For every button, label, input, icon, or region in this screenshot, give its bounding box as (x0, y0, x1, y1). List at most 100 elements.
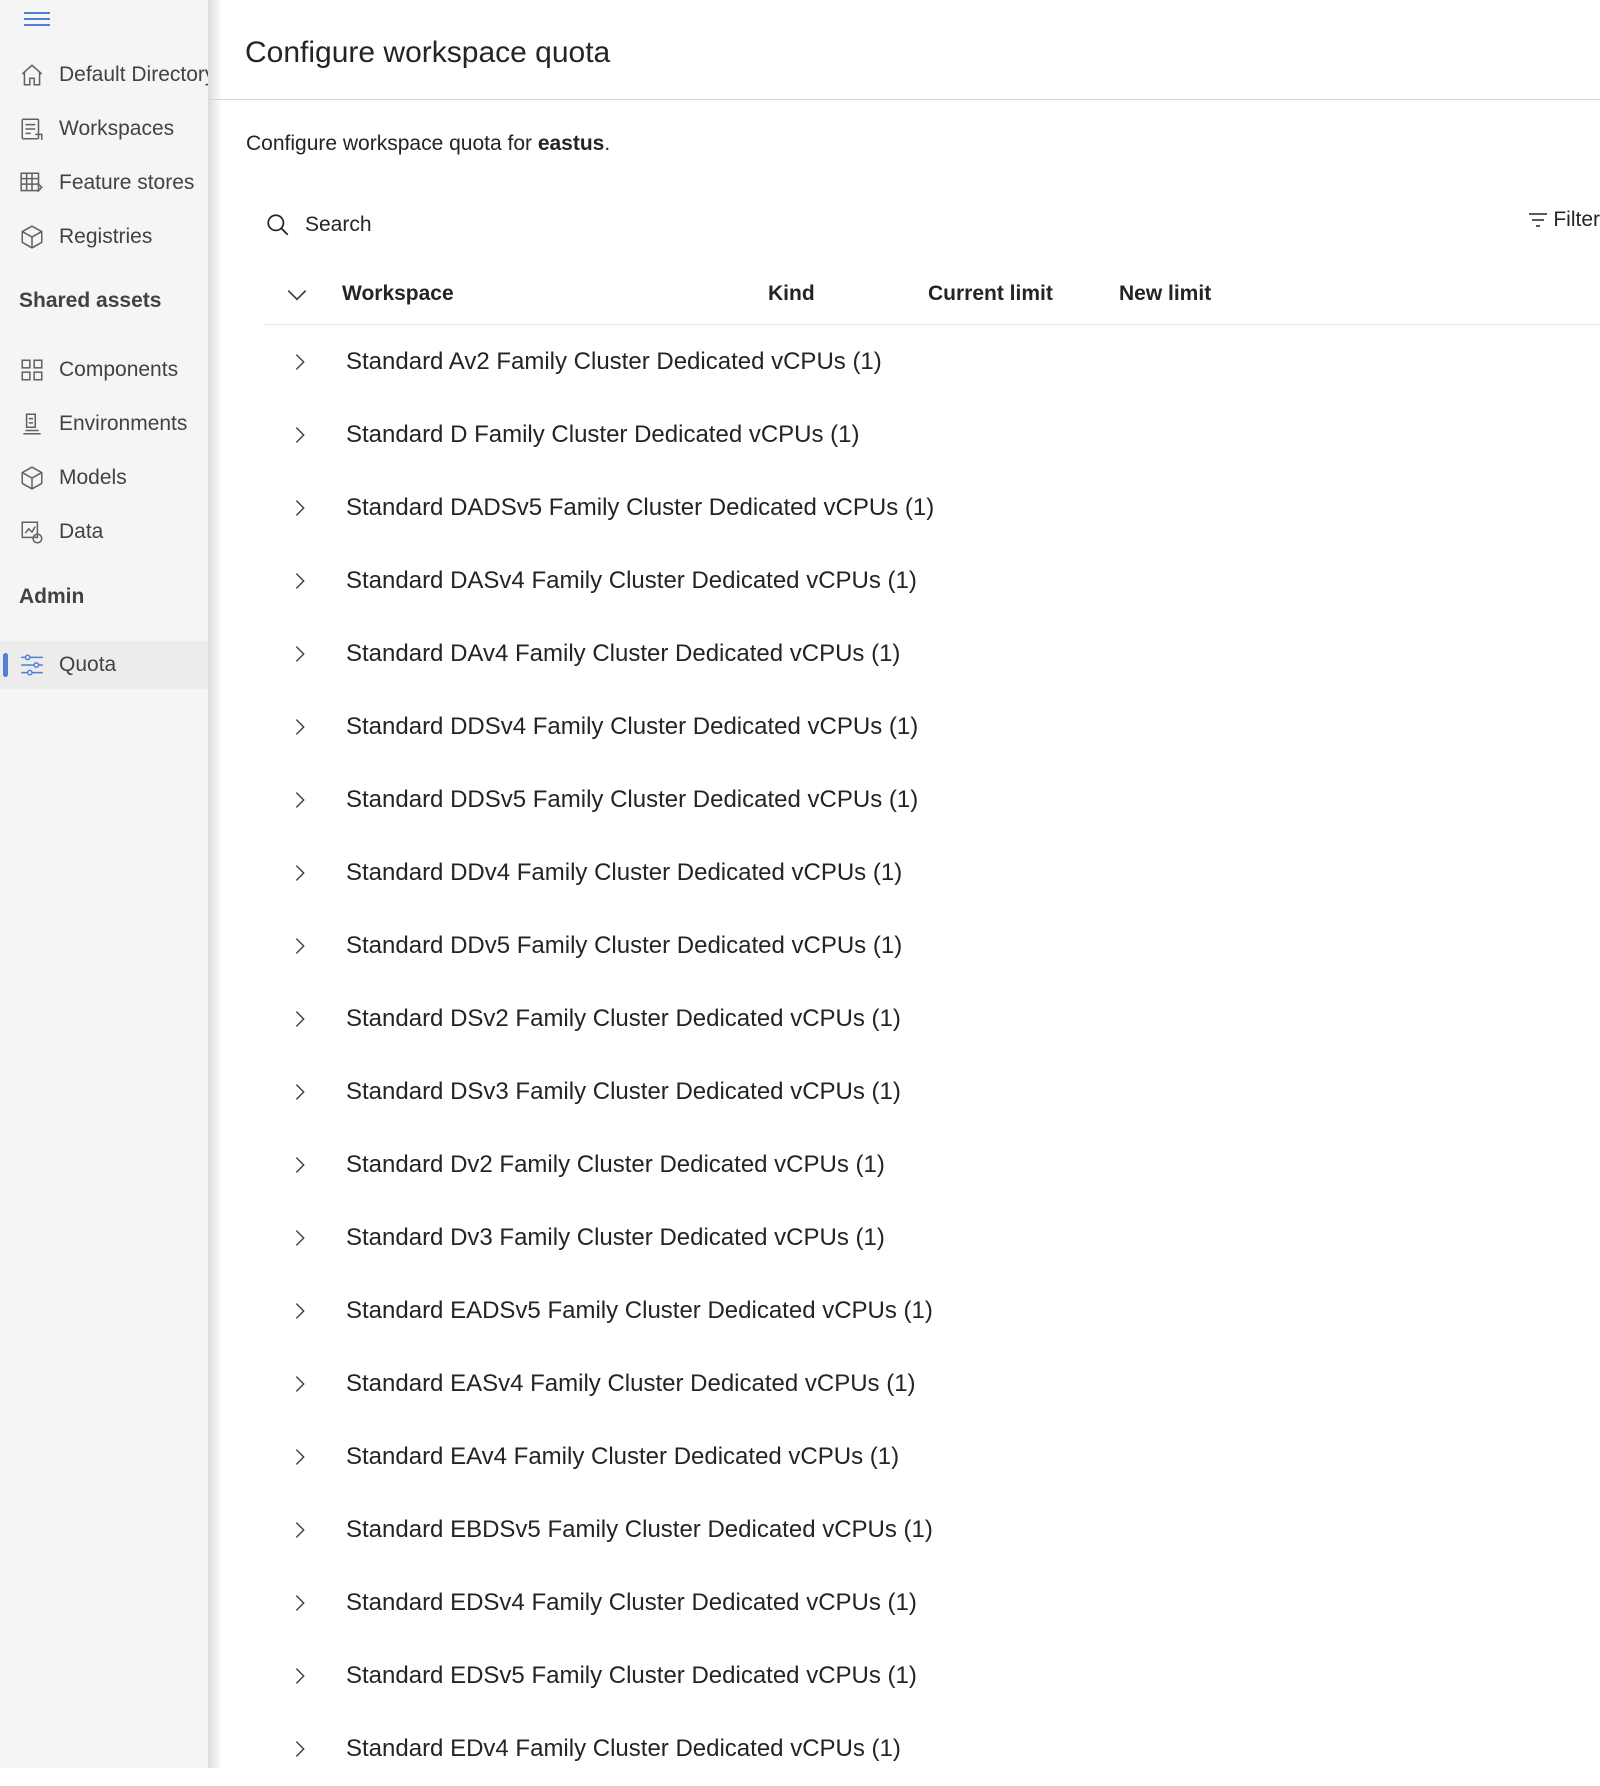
quota-group-list: Standard Av2 Family Cluster Dedicated vC… (264, 326, 1600, 1786)
expand-chevron-icon[interactable] (289, 1517, 311, 1543)
row-workspace-name: Standard EBDSv5 Family Cluster Dedicated… (346, 1516, 933, 1543)
workspaces-icon (19, 116, 45, 142)
table-row[interactable]: Standard EASv4 Family Cluster Dedicated … (264, 1348, 1600, 1421)
sidebar-item-label: Registries (59, 225, 153, 248)
expand-chevron-icon[interactable] (289, 1006, 311, 1032)
table-row[interactable]: Standard DAv4 Family Cluster Dedicated v… (264, 618, 1600, 691)
models-icon (19, 465, 45, 491)
region-name: eastus (537, 132, 605, 155)
expand-chevron-icon[interactable] (289, 714, 311, 740)
expand-chevron-icon[interactable] (289, 641, 311, 667)
row-workspace-name: Standard Dv3 Family Cluster Dedicated vC… (346, 1224, 885, 1251)
expand-chevron-icon[interactable] (289, 1663, 311, 1689)
title-divider (209, 99, 1600, 100)
sidebar-item-label: Environments (59, 412, 188, 435)
expand-chevron-icon[interactable] (289, 568, 311, 594)
expand-chevron-icon[interactable] (289, 787, 311, 813)
registry-icon (19, 224, 45, 250)
table-row[interactable]: Standard Dv3 Family Cluster Dedicated vC… (264, 1202, 1600, 1275)
grid-header: Workspace Kind Current limit New limit (264, 268, 1600, 325)
row-workspace-name: Standard DAv4 Family Cluster Dedicated v… (346, 640, 901, 667)
row-workspace-name: Standard EASv4 Family Cluster Dedicated … (346, 1370, 916, 1397)
row-workspace-name: Standard DDSv4 Family Cluster Dedicated … (346, 713, 919, 740)
expand-chevron-icon[interactable] (289, 495, 311, 521)
table-row[interactable]: Standard EADSv5 Family Cluster Dedicated… (264, 1275, 1600, 1348)
row-workspace-name: Standard EDSv5 Family Cluster Dedicated … (346, 1662, 917, 1689)
row-workspace-name: Standard DDv4 Family Cluster Dedicated v… (346, 859, 903, 886)
row-workspace-name: Standard DDSv5 Family Cluster Dedicated … (346, 786, 919, 813)
row-workspace-name: Standard Av2 Family Cluster Dedicated vC… (346, 348, 882, 375)
sidebar-item-default-directory[interactable]: Default Directory (0, 51, 208, 99)
table-row[interactable]: Standard EBDSv5 Family Cluster Dedicated… (264, 1494, 1600, 1567)
environments-icon (19, 411, 45, 437)
expand-chevron-icon[interactable] (289, 349, 311, 375)
search-icon (267, 214, 289, 236)
section-title-shared-assets: Shared assets (19, 289, 162, 312)
home-icon (19, 62, 45, 88)
main-panel: Configure workspace quota Configure work… (209, 0, 1600, 1768)
table-row[interactable]: Standard DSv3 Family Cluster Dedicated v… (264, 1056, 1600, 1129)
filter-button[interactable]: Filter (1526, 208, 1600, 232)
filter-icon (1529, 213, 1548, 227)
sidebar-item-feature-stores[interactable]: Feature stores (0, 159, 208, 207)
sidebar-item-registries[interactable]: Registries (0, 213, 208, 261)
table-row[interactable]: Standard DADSv5 Family Cluster Dedicated… (264, 472, 1600, 545)
table-row[interactable]: Standard DDv5 Family Cluster Dedicated v… (264, 910, 1600, 983)
row-workspace-name: Standard DSv2 Family Cluster Dedicated v… (346, 1005, 901, 1032)
table-row[interactable]: Standard EDv4 Family Cluster Dedicated v… (264, 1713, 1600, 1786)
table-row[interactable]: Standard DDSv5 Family Cluster Dedicated … (264, 764, 1600, 837)
expand-chevron-icon[interactable] (289, 1590, 311, 1616)
table-row[interactable]: Standard DASv4 Family Cluster Dedicated … (264, 545, 1600, 618)
table-row[interactable]: Standard D Family Cluster Dedicated vCPU… (264, 399, 1600, 472)
sidebar: Default Directory Workspaces Feature sto… (0, 0, 208, 1768)
expand-chevron-icon[interactable] (289, 1736, 311, 1762)
table-row[interactable]: Standard DDv4 Family Cluster Dedicated v… (264, 837, 1600, 910)
sidebar-item-data[interactable]: Data (0, 508, 208, 556)
expand-chevron-icon[interactable] (289, 1079, 311, 1105)
row-workspace-name: Standard EAv4 Family Cluster Dedicated v… (346, 1443, 900, 1470)
table-row[interactable]: Standard DSv2 Family Cluster Dedicated v… (264, 983, 1600, 1056)
collapse-all-chevron-icon[interactable] (284, 282, 310, 308)
sidebar-item-models[interactable]: Models (0, 454, 208, 502)
table-row[interactable]: Standard EAv4 Family Cluster Dedicated v… (264, 1421, 1600, 1494)
search-placeholder: Search (305, 213, 372, 236)
section-title-admin: Admin (19, 585, 85, 608)
subtitle-suffix: . (604, 132, 611, 155)
table-row[interactable]: Standard Av2 Family Cluster Dedicated vC… (264, 326, 1600, 399)
column-header-kind[interactable]: Kind (768, 282, 815, 306)
expand-chevron-icon[interactable] (289, 1444, 311, 1470)
search-input[interactable]: Search (265, 206, 625, 244)
sidebar-item-environments[interactable]: Environments (0, 400, 208, 448)
sidebar-item-components[interactable]: Components (0, 346, 208, 394)
table-row[interactable]: Standard DDSv4 Family Cluster Dedicated … (264, 691, 1600, 764)
active-indicator (3, 653, 8, 677)
row-workspace-name: Standard DDv5 Family Cluster Dedicated v… (346, 932, 903, 959)
row-workspace-name: Standard DSv3 Family Cluster Dedicated v… (346, 1078, 901, 1105)
table-row[interactable]: Standard EDSv5 Family Cluster Dedicated … (264, 1640, 1600, 1713)
row-workspace-name: Standard DADSv5 Family Cluster Dedicated… (346, 494, 935, 521)
expand-chevron-icon[interactable] (289, 1298, 311, 1324)
table-row[interactable]: Standard EDSv4 Family Cluster Dedicated … (264, 1567, 1600, 1640)
feature-store-icon (19, 170, 45, 196)
expand-chevron-icon[interactable] (289, 1225, 311, 1251)
hamburger-menu-icon[interactable] (24, 12, 50, 32)
row-workspace-name: Standard EADSv5 Family Cluster Dedicated… (346, 1297, 933, 1324)
sidebar-item-label: Feature stores (59, 171, 195, 194)
sidebar-item-label: Workspaces (59, 117, 175, 140)
expand-chevron-icon[interactable] (289, 422, 311, 448)
page-title: Configure workspace quota (245, 36, 611, 69)
quota-icon (19, 652, 45, 678)
data-icon (19, 519, 45, 545)
expand-chevron-icon[interactable] (289, 933, 311, 959)
sidebar-item-quota[interactable]: Quota (0, 641, 208, 689)
column-header-current-limit[interactable]: Current limit (928, 282, 1053, 306)
filter-label: Filter (1553, 208, 1600, 231)
expand-chevron-icon[interactable] (289, 860, 311, 886)
column-header-new-limit[interactable]: New limit (1119, 282, 1211, 306)
column-header-workspace[interactable]: Workspace (342, 282, 454, 306)
expand-chevron-icon[interactable] (289, 1152, 311, 1178)
expand-chevron-icon[interactable] (289, 1371, 311, 1397)
sidebar-item-workspaces[interactable]: Workspaces (0, 105, 208, 153)
row-workspace-name: Standard DASv4 Family Cluster Dedicated … (346, 567, 917, 594)
table-row[interactable]: Standard Dv2 Family Cluster Dedicated vC… (264, 1129, 1600, 1202)
